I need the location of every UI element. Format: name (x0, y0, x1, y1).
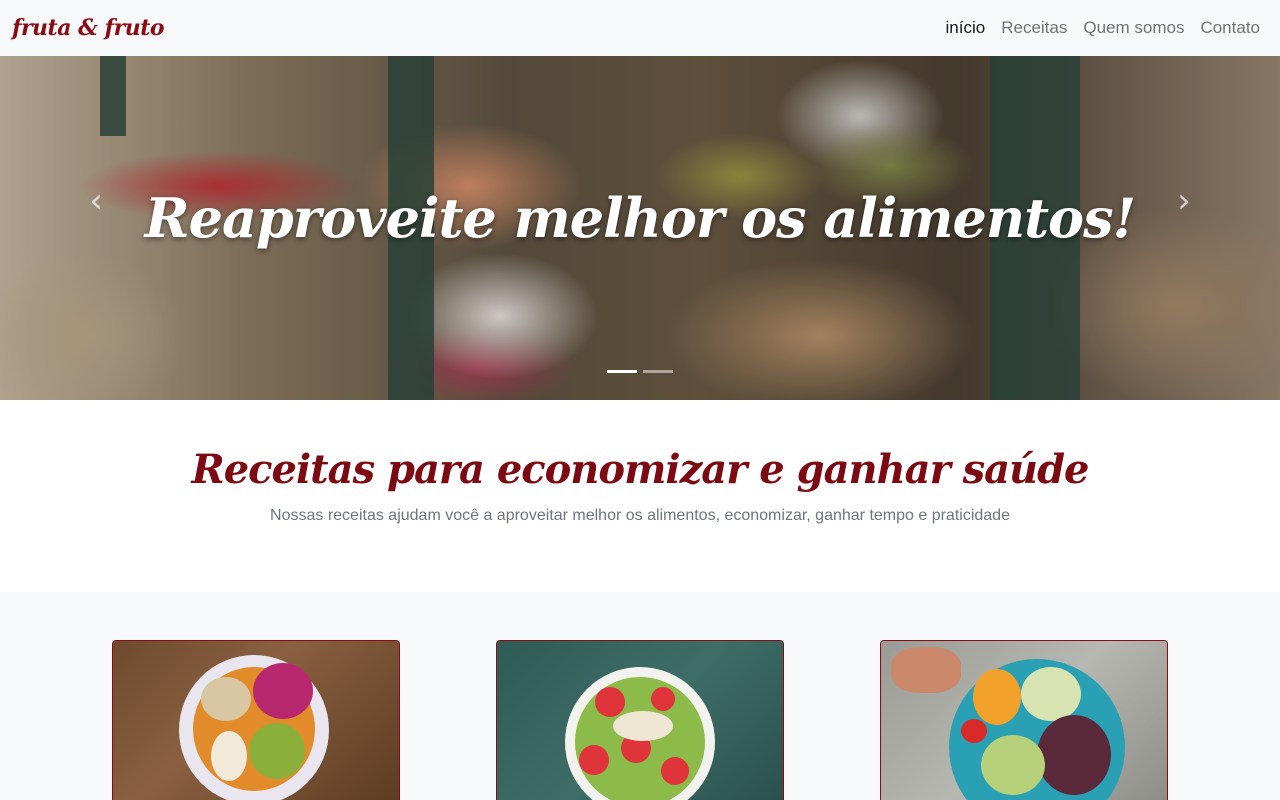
intro-title: Receitas para economizar e ganhar saúde (191, 446, 1089, 493)
recipe-card[interactable] (880, 640, 1168, 800)
brand-logo[interactable]: fruta & fruto (12, 15, 165, 41)
nav-link-inicio[interactable]: início (938, 10, 994, 46)
carousel-indicator-2[interactable] (643, 370, 673, 373)
carousel-indicators (607, 370, 673, 373)
intro-subtitle: Nossas receitas ajudam você a aproveitar… (270, 507, 1010, 524)
carousel-next-button[interactable]: › (1164, 181, 1204, 221)
intro-section: Receitas para economizar e ganhar saúde … (0, 400, 1280, 592)
recipes-cards-section (0, 592, 1280, 800)
navbar: fruta & fruto início Receitas Quem somos… (0, 0, 1280, 56)
hero-carousel: Reaproveite melhor os alimentos! ‹ › (0, 56, 1280, 400)
carousel-prev-button[interactable]: ‹ (76, 181, 116, 221)
nav-link-contato[interactable]: Contato (1192, 10, 1268, 46)
nav-link-receitas[interactable]: Receitas (993, 10, 1075, 46)
hero-caption: Reaproveite melhor os alimentos! (144, 186, 1136, 250)
nav-link-quem-somos[interactable]: Quem somos (1075, 10, 1192, 46)
recipe-card[interactable] (112, 640, 400, 800)
chevron-right-icon: › (1177, 181, 1191, 221)
nav-links: início Receitas Quem somos Contato (938, 10, 1268, 46)
recipe-card[interactable] (496, 640, 784, 800)
market-pillar-image (100, 56, 126, 136)
carousel-indicator-1[interactable] (607, 370, 637, 373)
chevron-left-icon: ‹ (89, 181, 103, 221)
